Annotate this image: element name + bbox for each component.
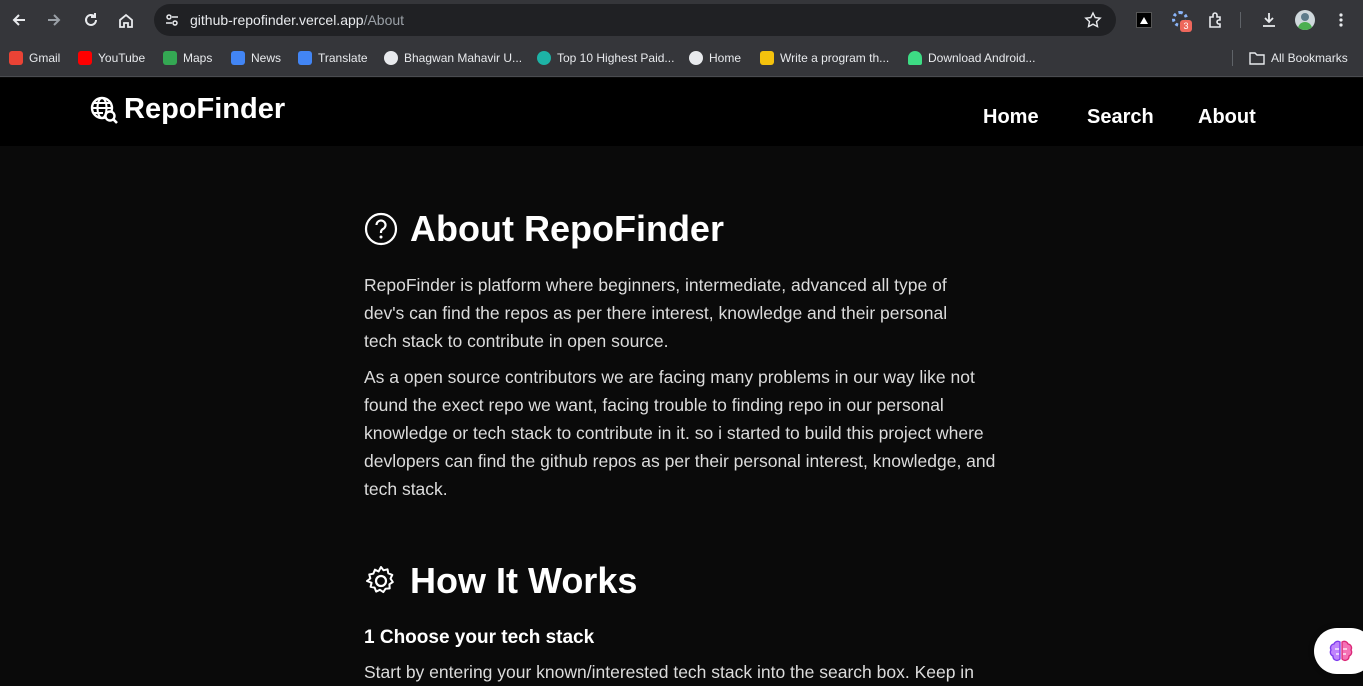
bookmark-gmail[interactable]: Gmail — [9, 49, 60, 67]
youtube-icon — [78, 51, 92, 65]
home-icon — [119, 13, 133, 28]
vercel-extension-icon — [1136, 12, 1152, 28]
globe-search-icon — [90, 96, 118, 124]
bookmark-label: Gmail — [29, 51, 61, 65]
site-icon — [537, 51, 551, 65]
bookmark-star-icon[interactable] — [1084, 11, 1102, 29]
more-vert-icon — [1339, 13, 1343, 27]
downloads-button[interactable] — [1257, 8, 1281, 32]
brain-icon — [1329, 640, 1353, 661]
all-bookmarks-button[interactable]: All Bookmarks — [1249, 49, 1348, 67]
gear-icon — [366, 566, 394, 594]
how-title: How It Works — [410, 560, 638, 601]
question-circle-icon — [364, 212, 398, 246]
step-1-title: 1 Choose your tech stack — [364, 627, 595, 648]
address-bar[interactable]: github-repofinder.vercel.app/About — [154, 4, 1116, 36]
toolbar-divider — [1240, 12, 1241, 28]
site-navbar: RepoFinder Home Search About — [0, 78, 1363, 146]
bookmarks-divider — [1232, 50, 1233, 66]
bookmark-label: Maps — [183, 51, 213, 65]
bookmark-label: Download Android... — [928, 51, 1036, 65]
nav-about-link[interactable]: About — [1198, 106, 1256, 129]
bookmark-label: Bhagwan Mahavir U... — [404, 51, 523, 65]
how-heading: How It Works — [364, 560, 637, 602]
step-1-text: Start by entering your known/interested … — [364, 662, 974, 682]
bookmark-label: YouTube — [98, 51, 146, 65]
folder-icon — [1249, 52, 1265, 65]
bookmark-label: Top 10 Highest Paid... — [557, 51, 675, 65]
back-button[interactable] — [7, 8, 31, 32]
home-button[interactable] — [114, 8, 138, 32]
news-icon — [231, 51, 245, 65]
assistant-fab[interactable] — [1314, 628, 1363, 674]
bookmark-label: Translate — [318, 51, 368, 65]
puzzle-icon — [1209, 12, 1221, 28]
forward-button[interactable] — [42, 8, 66, 32]
site-logo[interactable]: RepoFinder — [90, 93, 285, 126]
forward-arrow-icon — [48, 14, 61, 26]
bookmark-label: Home — [709, 51, 742, 65]
about-paragraph-2: As a open source contributors we are fac… — [364, 367, 996, 499]
reload-button[interactable] — [79, 8, 103, 32]
nav-home-link[interactable]: Home — [983, 106, 1039, 129]
nav-search-link[interactable]: Search — [1087, 106, 1154, 129]
logo-text: RepoFinder — [124, 93, 286, 125]
url-path: /About — [363, 12, 405, 28]
browser-toolbar: github-repofinder.vercel.app/About 3 — [0, 0, 1363, 40]
bookmarks-bar: Gmail YouTube Maps News Translate Bhagwa… — [0, 40, 1363, 77]
extension-button-1[interactable] — [1132, 8, 1156, 32]
bookmark-top-10[interactable]: Top 10 Highest Paid... — [537, 49, 674, 67]
extensions-menu-button[interactable] — [1204, 8, 1228, 32]
extension-button-2[interactable]: 3 — [1169, 8, 1193, 32]
url-host: github-repofinder.vercel.app — [190, 12, 364, 28]
bookmark-news[interactable]: News — [231, 49, 281, 67]
about-heading: About RepoFinder — [364, 208, 724, 250]
download-icon — [1263, 13, 1275, 27]
all-bookmarks-label: All Bookmarks — [1271, 51, 1348, 65]
extension-badge: 3 — [1180, 20, 1192, 32]
reload-icon — [85, 13, 97, 26]
gmail-icon — [9, 51, 23, 65]
bookmark-translate[interactable]: Translate — [298, 49, 368, 67]
about-paragraph-1: RepoFinder is platform where beginners, … — [364, 275, 948, 351]
bookmark-youtube[interactable]: YouTube — [78, 49, 145, 67]
globe-icon — [689, 51, 703, 65]
bookmark-label: Write a program th... — [780, 51, 890, 65]
about-title: About RepoFinder — [410, 208, 724, 249]
bookmark-write-program[interactable]: Write a program th... — [760, 49, 889, 67]
browser-menu-button[interactable] — [1329, 8, 1353, 32]
profile-button[interactable] — [1293, 8, 1317, 32]
avatar — [1295, 10, 1315, 30]
translate-icon — [298, 51, 312, 65]
site-settings-icon[interactable] — [164, 12, 180, 28]
android-icon — [908, 51, 922, 65]
extension-spinner-icon: 3 — [1172, 11, 1192, 32]
bookmark-maps[interactable]: Maps — [163, 49, 212, 67]
globe-icon — [384, 51, 398, 65]
bookmark-download-android[interactable]: Download Android... — [908, 49, 1035, 67]
bookmark-home[interactable]: Home — [689, 49, 741, 67]
url-text[interactable]: github-repofinder.vercel.app/About — [190, 12, 404, 28]
bookmark-label: News — [251, 51, 282, 65]
bookmark-bhagwan-mahavir[interactable]: Bhagwan Mahavir U... — [384, 49, 522, 67]
back-arrow-icon — [12, 14, 25, 26]
maps-icon — [163, 51, 177, 65]
site-icon — [760, 51, 774, 65]
